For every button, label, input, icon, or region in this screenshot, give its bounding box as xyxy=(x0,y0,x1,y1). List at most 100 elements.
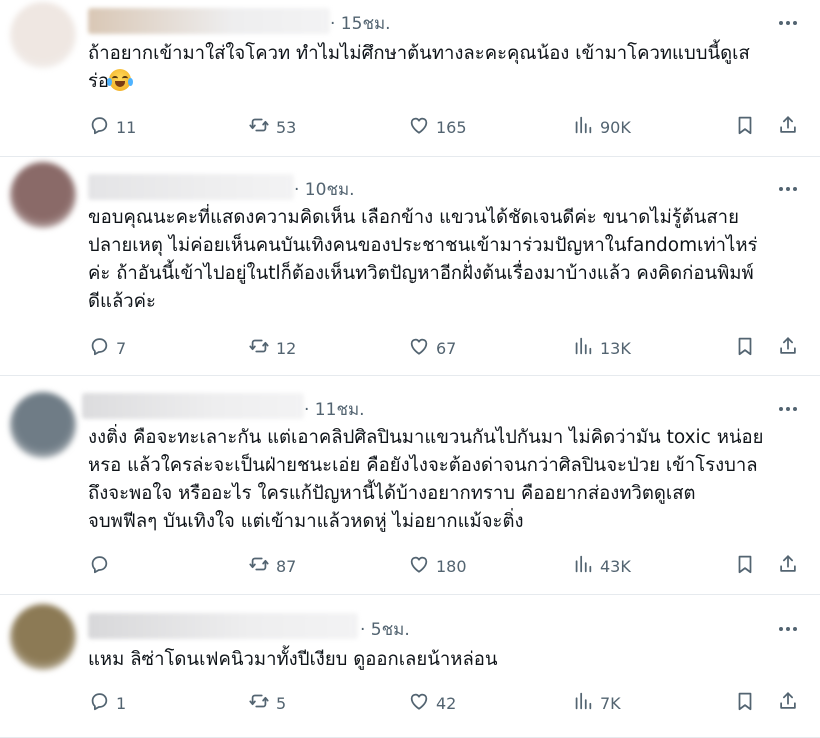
views-count: 90K xyxy=(600,117,631,137)
reply-button[interactable]: 11 xyxy=(88,113,136,141)
like-count: 42 xyxy=(436,693,457,713)
more-icon[interactable] xyxy=(776,177,800,201)
share-button[interactable] xyxy=(777,689,799,717)
reply-button[interactable]: 7 xyxy=(88,334,126,362)
post-text-line: ร่อ xyxy=(88,68,802,96)
bookmark-icon xyxy=(734,553,756,579)
action-bar: 87 180 43K xyxy=(88,552,804,580)
views-button[interactable]: 13K xyxy=(572,334,631,362)
views-count: 7K xyxy=(600,693,621,713)
share-button[interactable] xyxy=(777,552,799,580)
bookmark-button[interactable] xyxy=(734,334,756,362)
post-text-line: ถ้าอยากเข้ามาใส่ใจโควท ทำไมไม่ศึกษาต้นทา… xyxy=(88,43,750,64)
post-text: ขอบคุณนะคะที่แสดงความคิดเห็น เลือกข้าง แ… xyxy=(88,204,802,316)
views-button[interactable]: 43K xyxy=(572,552,631,580)
views-button[interactable]: 7K xyxy=(572,689,621,717)
display-name-blurred[interactable] xyxy=(88,8,330,34)
post-text-line: จบพฟีลๆ บันเทิงใจ แต่เข้ามาแล้วหดหู่ ไม่… xyxy=(88,511,524,532)
views-button[interactable]: 90K xyxy=(572,113,631,141)
repost-count: 87 xyxy=(276,556,297,576)
action-bar: 7 12 67 13K xyxy=(88,334,804,362)
share-icon xyxy=(777,690,799,716)
avatar[interactable] xyxy=(10,162,76,228)
bookmark-icon xyxy=(734,114,756,140)
post-timestamp[interactable]: · 15ชม. xyxy=(330,10,391,37)
reply-icon xyxy=(88,114,110,140)
like-button[interactable]: 165 xyxy=(408,113,467,141)
like-icon xyxy=(408,690,430,716)
repost-icon xyxy=(248,335,270,361)
more-icon[interactable] xyxy=(776,617,800,641)
views-icon xyxy=(572,114,594,140)
reply-count: 1 xyxy=(116,693,127,713)
avatar[interactable] xyxy=(10,604,76,670)
repost-button[interactable]: 5 xyxy=(248,689,286,717)
like-icon xyxy=(408,553,430,579)
reply-post[interactable]: · 5ชม. แหม ลิซ่าโดนเฟคนิวมาทั้งปีเงียบ ดู… xyxy=(0,595,820,738)
post-timestamp[interactable]: · 10ชม. xyxy=(294,176,355,203)
repost-button[interactable]: 53 xyxy=(248,113,296,141)
like-count: 67 xyxy=(436,338,457,358)
post-text-line: ถึงจะพอใจ หรืออะไร ใครแก้ปัญหานี้ได้บ้าง… xyxy=(88,483,696,504)
avatar[interactable] xyxy=(10,2,76,68)
post-text: งงติ่ง คือจะทะเลาะกัน แต่เอาคลิปศิลปินมา… xyxy=(88,424,802,536)
like-icon xyxy=(408,335,430,361)
post-text-line: หรอ แล้วใครล่ะจะเป็นฝ่ายชนะเอ่ย คือยังไง… xyxy=(88,455,758,476)
like-count: 180 xyxy=(436,556,467,576)
reply-button[interactable]: 1 xyxy=(88,689,126,717)
repost-icon xyxy=(248,690,270,716)
reply-icon xyxy=(88,690,110,716)
bookmark-button[interactable] xyxy=(734,689,756,717)
repost-button[interactable]: 12 xyxy=(248,334,296,362)
share-button[interactable] xyxy=(777,334,799,362)
views-count: 43K xyxy=(600,556,631,576)
display-name-blurred[interactable] xyxy=(82,393,304,419)
reply-post[interactable]: · 11ชม. งงติ่ง คือจะทะเลาะกัน แต่เอาคลิปศ… xyxy=(0,376,820,595)
bookmark-button[interactable] xyxy=(734,113,756,141)
post-text-line: แหม ลิซ่าโดนเฟคนิวมาทั้งปีเงียบ ดูออกเลย… xyxy=(88,649,498,670)
more-icon[interactable] xyxy=(776,11,800,35)
reply-count: 7 xyxy=(116,338,127,358)
like-button[interactable]: 67 xyxy=(408,334,456,362)
more-icon[interactable] xyxy=(776,397,800,421)
repost-icon xyxy=(248,553,270,579)
reply-button[interactable] xyxy=(88,552,116,580)
views-count: 13K xyxy=(600,338,631,358)
face-with-tears-of-joy-icon xyxy=(107,69,134,91)
bookmark-icon xyxy=(734,335,756,361)
share-button[interactable] xyxy=(777,113,799,141)
share-icon xyxy=(777,553,799,579)
like-button[interactable]: 180 xyxy=(408,552,467,580)
reply-icon xyxy=(88,335,110,361)
like-icon xyxy=(408,114,430,140)
repost-button[interactable]: 87 xyxy=(248,552,296,580)
repost-count: 53 xyxy=(276,117,297,137)
post-text-line: ขอบคุณนะคะที่แสดงความคิดเห็น เลือกข้าง แ… xyxy=(88,207,739,228)
display-name-blurred[interactable] xyxy=(88,613,358,639)
post-timestamp[interactable]: · 11ชม. xyxy=(304,396,365,423)
share-icon xyxy=(777,335,799,361)
post-text-line: ค่ะ ถ้าอันนี้เข้าไปอยู่ในtlก็ต้องเห็นทวิ… xyxy=(88,263,754,284)
like-count: 165 xyxy=(436,117,467,137)
action-bar: 1 5 42 7K xyxy=(88,689,804,717)
post-timestamp[interactable]: · 5ชม. xyxy=(360,616,410,643)
share-icon xyxy=(777,114,799,140)
post-text: ถ้าอยากเข้ามาใส่ใจโควท ทำไมไม่ศึกษาต้นทา… xyxy=(88,40,802,96)
bookmark-button[interactable] xyxy=(734,552,756,580)
reply-count: 11 xyxy=(116,117,137,137)
repost-count: 5 xyxy=(276,693,287,713)
views-icon xyxy=(572,553,594,579)
like-button[interactable]: 42 xyxy=(408,689,456,717)
views-icon xyxy=(572,335,594,361)
repost-icon xyxy=(248,114,270,140)
reply-post[interactable]: · 10ชม. ขอบคุณนะคะที่แสดงความคิดเห็น เลือ… xyxy=(0,157,820,376)
post-text-line: งงติ่ง คือจะทะเลาะกัน แต่เอาคลิปศิลปินมา… xyxy=(88,427,764,448)
bookmark-icon xyxy=(734,690,756,716)
repost-count: 12 xyxy=(276,338,297,358)
avatar[interactable] xyxy=(10,392,76,458)
reply-post[interactable]: · 15ชม. ถ้าอยากเข้ามาใส่ใจโควท ทำไมไม่ศึก… xyxy=(0,0,820,157)
post-text-line: ดีแล้วค่ะ xyxy=(88,291,156,312)
views-icon xyxy=(572,690,594,716)
display-name-blurred[interactable] xyxy=(88,174,294,200)
post-text: แหม ลิซ่าโดนเฟคนิวมาทั้งปีเงียบ ดูออกเลย… xyxy=(88,646,802,674)
